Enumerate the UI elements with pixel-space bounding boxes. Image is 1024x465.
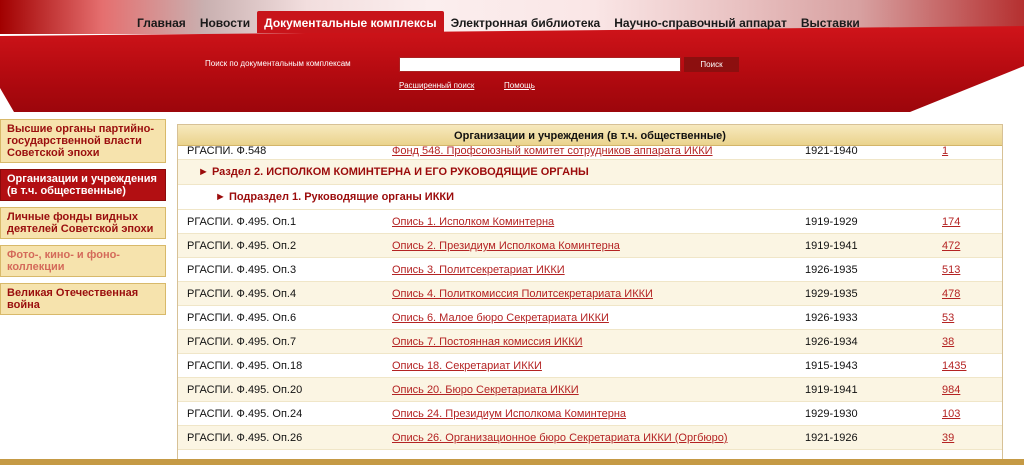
table-row: РГАСПИ. Ф.495. Оп.1 Опись 1. Исполком Ко… [178,210,1002,234]
sidebar: Высшие органы партийно-государственной в… [0,119,166,321]
table-row: РГАСПИ. Ф.495. Оп.6 Опись 6. Малое бюро … [178,306,1002,330]
sidebar-item-great-patriotic-war[interactable]: Великая Отечественная война [0,283,166,315]
table-body: РГАСПИ. Ф.495. Оп.1 Опись 1. Исполком Ко… [178,210,1002,450]
row-count-link[interactable]: 1435 [942,354,966,378]
row-code: РГАСПИ. Ф.495. Оп.1 [187,216,297,228]
sidebar-item-organizations[interactable]: Организации и учреждения (в т.ч. обществ… [0,169,166,201]
row-count-link[interactable]: 478 [942,282,960,306]
row-years: 1926-1935 [805,264,858,276]
row-years: 1919-1929 [805,216,858,228]
row-count-link[interactable]: 53 [942,306,954,330]
row-title-link[interactable]: Опись 2. Президиум Исполкома Коминтерна [392,234,620,258]
row-title-link[interactable]: Опись 18. Секретариат ИККИ [392,354,542,378]
row-title-link[interactable]: Опись 3. Политсекретариат ИККИ [392,258,565,282]
table-row: РГАСПИ. Ф.495. Оп.4 Опись 4. Политкомисс… [178,282,1002,306]
nav-item-exhibitions[interactable]: Выставки [794,11,867,33]
table-row: РГАСПИ. Ф.495. Оп.3 Опись 3. Политсекрет… [178,258,1002,282]
main-nav: Главная Новости Документальные комплексы… [130,9,867,33]
row-code: РГАСПИ. Ф.495. Оп.24 [187,408,303,420]
row-code: РГАСПИ. Ф.495. Оп.26 [187,432,303,444]
content-panel: Организации и учреждения (в т.ч. обществ… [177,124,1003,460]
table-row: РГАСПИ. Ф.548 Фонд 548. Профсоюзный коми… [178,146,1002,160]
section-heading[interactable]: ► Раздел 2. ИСПОЛКОМ КОМИНТЕРНА И ЕГО РУ… [178,160,1002,185]
row-years: 1929-1935 [805,288,858,300]
row-code: РГАСПИ. Ф.495. Оп.6 [187,312,297,324]
table-row: РГАСПИ. Ф.495. Оп.24 Опись 24. Президиум… [178,402,1002,426]
nav-item-reference[interactable]: Научно-справочный аппарат [607,11,794,33]
row-years: 1919-1941 [805,384,858,396]
row-years: 1915-1943 [805,360,858,372]
row-code: РГАСПИ. Ф.495. Оп.2 [187,240,297,252]
table-row: РГАСПИ. Ф.495. Оп.2 Опись 2. Президиум И… [178,234,1002,258]
row-count-link[interactable]: 39 [942,426,954,450]
row-title-link[interactable]: Опись 7. Постоянная комиссия ИККИ [392,330,583,354]
row-years: 1926-1934 [805,336,858,348]
sidebar-item-photo-film[interactable]: Фото-, кино- и фоно-коллекции [0,245,166,277]
search-button[interactable]: Поиск [684,57,739,72]
row-title-link[interactable]: Опись 6. Малое бюро Секретариата ИККИ [392,306,609,330]
row-years: 1921-1926 [805,432,858,444]
row-count-link[interactable]: 513 [942,258,960,282]
nav-item-library[interactable]: Электронная библиотека [444,11,608,33]
row-years: 1919-1941 [805,240,858,252]
table-row: РГАСПИ. Ф.495. Оп.26 Опись 26. Организац… [178,426,1002,450]
advanced-search-link[interactable]: Расширенный поиск [399,81,474,90]
row-count-link[interactable]: 1 [942,146,948,157]
row-count-link[interactable]: 984 [942,378,960,402]
row-years: 1929-1930 [805,408,858,420]
sidebar-item-personal-funds[interactable]: Личные фонды видных деятелей Советской э… [0,207,166,239]
help-link[interactable]: Помощь [504,81,535,90]
sidebar-item-supreme-organs[interactable]: Высшие органы партийно-государственной в… [0,119,166,163]
row-title-link[interactable]: Опись 4. Политкомиссия Политсекретариата… [392,282,653,306]
nav-item-news[interactable]: Новости [193,11,257,33]
row-title-link[interactable]: Опись 26. Организационное бюро Секретари… [392,426,728,450]
row-code: РГАСПИ. Ф.548 [187,145,267,157]
site-header: Главная Новости Документальные комплексы… [0,0,1024,112]
row-title-link[interactable]: Фонд 548. Профсоюзный комитет сотруднико… [392,146,713,157]
table-row: РГАСПИ. Ф.495. Оп.7 Опись 7. Постоянная … [178,330,1002,354]
row-years: 1926-1933 [805,312,858,324]
table-row: РГАСПИ. Ф.495. Оп.18 Опись 18. Секретари… [178,354,1002,378]
row-title-link[interactable]: Опись 24. Президиум Исполкома Коминтерна [392,402,626,426]
nav-item-home[interactable]: Главная [130,11,193,33]
row-years: 1921-1940 [805,145,858,157]
nav-item-doc-complexes[interactable]: Документальные комплексы [257,11,444,33]
row-title-link[interactable]: Опись 20. Бюро Секретариата ИККИ [392,378,579,402]
search-label: Поиск по документальным комплексам [205,59,351,68]
subsection-heading[interactable]: ► Подраздел 1. Руководящие органы ИККИ [178,185,1002,210]
row-count-link[interactable]: 174 [942,210,960,234]
row-code: РГАСПИ. Ф.495. Оп.3 [187,264,297,276]
search-input[interactable] [399,57,681,72]
row-count-link[interactable]: 38 [942,330,954,354]
footer-strip [0,459,1024,465]
row-code: РГАСПИ. Ф.495. Оп.7 [187,336,297,348]
table-row: РГАСПИ. Ф.495. Оп.20 Опись 20. Бюро Секр… [178,378,1002,402]
row-title-link[interactable]: Опись 1. Исполком Коминтерна [392,210,554,234]
row-code: РГАСПИ. Ф.495. Оп.20 [187,384,303,396]
row-code: РГАСПИ. Ф.495. Оп.18 [187,360,303,372]
row-count-link[interactable]: 103 [942,402,960,426]
row-code: РГАСПИ. Ф.495. Оп.4 [187,288,297,300]
row-count-link[interactable]: 472 [942,234,960,258]
table-title: Организации и учреждения (в т.ч. обществ… [178,125,1002,146]
